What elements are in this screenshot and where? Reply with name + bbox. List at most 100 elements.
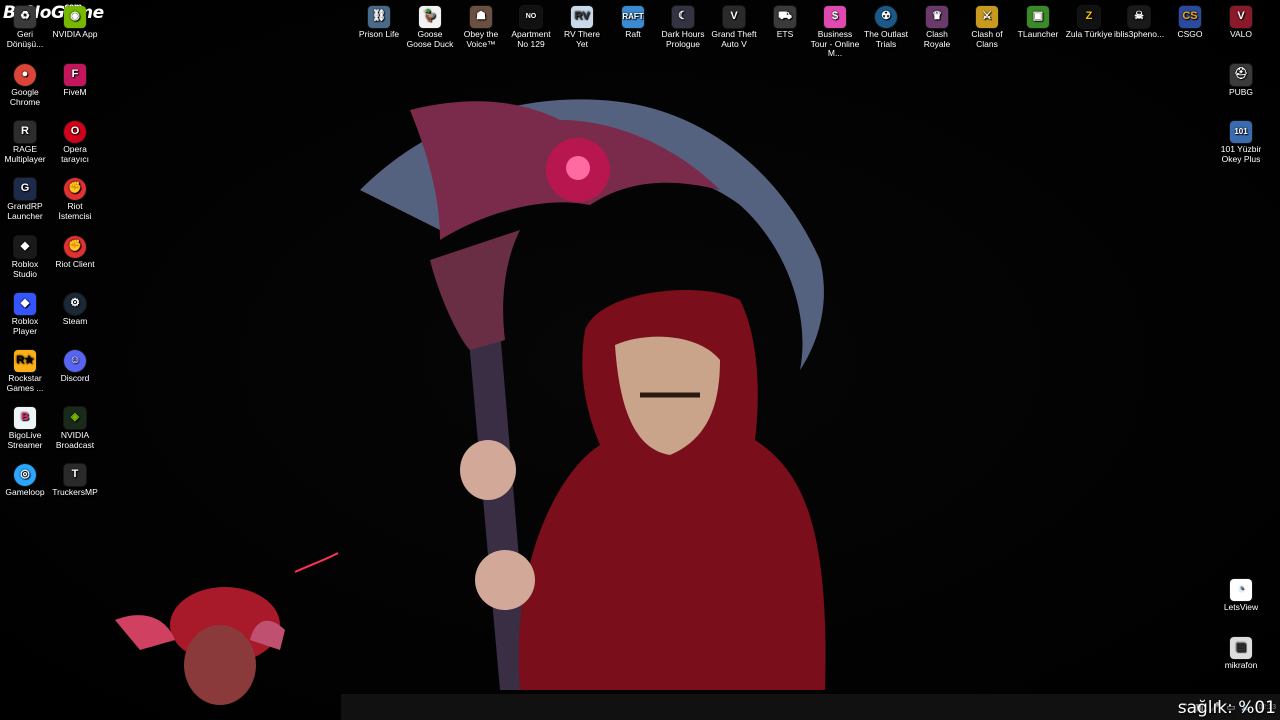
icon-label: Raft: [625, 29, 641, 39]
desktop-icon-apartment-no-129[interactable]: NO Apartment No 129: [506, 6, 556, 49]
desktop-icon-tlauncher[interactable]: ▣ TLauncher: [1013, 6, 1063, 40]
icon-label: FiveM: [63, 87, 87, 97]
desktop-icon-goose-goose-duck[interactable]: 🦆 Goose Goose Duck: [405, 6, 455, 49]
icon-label: PUBG: [1228, 87, 1254, 97]
desktop-icon-prison-life[interactable]: ⛓ Prison Life: [354, 6, 404, 40]
icon-label: Opera tarayıcı: [61, 144, 89, 164]
riot-client-icon: ✊: [64, 236, 86, 258]
icon-label: Roblox Player: [11, 316, 39, 336]
icon-label: NVIDIA App: [52, 29, 98, 39]
desktop-icon-iblis[interactable]: ☠ iblis3pheno...: [1114, 6, 1164, 40]
desktop-icon-clash-of-clans[interactable]: ⚔ Clash of Clans: [962, 6, 1012, 49]
desktop-icon-nvidia-app[interactable]: ◉ NVIDIA App: [50, 6, 100, 40]
clash-clans-icon: ⚔: [976, 6, 998, 28]
recycle-bin-icon: ♻: [14, 6, 36, 28]
desktop-icon-okey-plus[interactable]: 101 101 Yüzbir Okey Plus: [1216, 121, 1266, 164]
icon-label: Riot İstemcisi: [58, 201, 92, 221]
roblox-icon: ◆: [14, 293, 36, 315]
desktop-icon-business-tour[interactable]: $ Business Tour - Online M...: [810, 6, 860, 59]
rv-icon: RV: [571, 6, 593, 28]
goose-icon: 🦆: [419, 6, 441, 28]
taskbar: ⌃ ▣ 🎤 ▭ 🔈 02:33: [341, 694, 1280, 720]
desktop-wallpaper: [0, 0, 1280, 720]
riot-icon: ✊: [64, 178, 86, 200]
desktop-icon-zula[interactable]: Z Zula Türkiye: [1064, 6, 1114, 40]
icon-label: VALO: [1229, 29, 1253, 39]
letsview-icon: ◔: [1230, 579, 1252, 601]
business-tour-icon: $: [824, 6, 846, 28]
prison-life-icon: ⛓: [368, 6, 390, 28]
clash-royale-icon: ♛: [926, 6, 948, 28]
icon-label: ETS: [776, 29, 794, 39]
icon-label: BigoLive Streamer: [7, 430, 43, 450]
desktop-icon-grandrp[interactable]: G GrandRP Launcher: [0, 178, 50, 221]
icon-label: Prison Life: [358, 29, 400, 39]
desktop-icon-opera[interactable]: O Opera tarayıcı: [50, 121, 100, 164]
outlast-icon: ☢: [875, 6, 897, 28]
desktop-icon-riot-istemcisi[interactable]: ✊ Riot İstemcisi: [50, 178, 100, 221]
desktop-icon-fivem[interactable]: F FiveM: [50, 64, 100, 98]
desktop-icon-clash-royale[interactable]: ♛ Clash Royale: [912, 6, 962, 49]
icon-label: Steam: [62, 316, 88, 326]
desktop-icon-rv-there-yet[interactable]: RV RV There Yet: [557, 6, 607, 49]
icon-label: NVIDIA Broadcast: [55, 430, 95, 450]
desktop-icon-raft[interactable]: RAFT Raft: [608, 6, 658, 40]
desktop-icon-rage[interactable]: R RAGE Multiplayer: [0, 121, 50, 164]
desktop-icon-obey-the-voice[interactable]: ☗ Obey the Voice™: [456, 6, 506, 49]
icon-label: RV There Yet: [563, 29, 601, 49]
desktop-icon-ets[interactable]: ⛟ ETS: [760, 6, 810, 40]
okey-icon: 101: [1230, 121, 1252, 143]
desktop-icon-mikrafon[interactable]: ▤ mikrafon: [1216, 637, 1266, 671]
icon-label: Discord: [60, 373, 90, 383]
icon-label: GrandRP Launcher: [7, 201, 43, 221]
desktop-icon-discord[interactable]: ☺ Discord: [50, 350, 100, 384]
icon-label: Apartment No 129: [511, 29, 551, 49]
desktop-icon-letsview[interactable]: ◔ LetsView: [1216, 579, 1266, 613]
icon-label: TruckersMP: [52, 487, 98, 497]
desktop-icon-pubg[interactable]: ⛑ PUBG: [1216, 64, 1266, 98]
ets-icon: ⛟: [774, 6, 796, 28]
icon-label: RAGE Multiplayer: [4, 144, 46, 164]
mikrafon-icon: ▤: [1230, 637, 1252, 659]
icon-label: Geri Dönüşü...: [6, 29, 44, 49]
rage-icon: R: [14, 121, 36, 143]
icon-label: LetsView: [1223, 602, 1259, 612]
nvidia-icon: ◉: [64, 6, 86, 28]
desktop-icon-truckersmp[interactable]: T TruckersMP: [50, 464, 100, 498]
icon-label: iblis3pheno...: [1114, 29, 1165, 39]
icon-label: mikrafon: [1224, 660, 1258, 670]
fivem-icon: F: [64, 64, 86, 86]
tlauncher-icon: ▣: [1027, 6, 1049, 28]
icon-label: The Outlast Trials: [864, 29, 908, 49]
icon-label: Goose Goose Duck: [406, 29, 454, 49]
valorant-icon: V: [1230, 6, 1252, 28]
desktop-icon-bigolive[interactable]: B BigoLive Streamer: [0, 407, 50, 450]
obey-voice-icon: ☗: [470, 6, 492, 28]
icon-label: Zula Türkiye: [1065, 29, 1113, 39]
opera-icon: O: [64, 121, 86, 143]
desktop-icon-steam[interactable]: ⚙ Steam: [50, 293, 100, 327]
desktop-icon-roblox-player[interactable]: ◆ Roblox Player: [0, 293, 50, 336]
desktop-icon-nvidia-broadcast[interactable]: ◈ NVIDIA Broadcast: [50, 407, 100, 450]
bigolive-icon: B: [14, 407, 36, 429]
steam-icon: ⚙: [64, 293, 86, 315]
truckersmp-icon: T: [64, 464, 86, 486]
desktop-icon-dark-hours[interactable]: ☾ Dark Hours Prologue: [658, 6, 708, 49]
desktop-icon-gta-v[interactable]: V Grand Theft Auto V: [709, 6, 759, 49]
gameloop-icon: ◎: [14, 464, 36, 486]
desktop-icon-valo[interactable]: V VALO: [1216, 6, 1266, 40]
dark-hours-icon: ☾: [672, 6, 694, 28]
gta-icon: V: [723, 6, 745, 28]
desktop-icon-roblox-studio[interactable]: ◆ Roblox Studio: [0, 236, 50, 279]
desktop-icon-csgo[interactable]: CS CSGO: [1165, 6, 1215, 40]
desktop-icon-gameloop[interactable]: ◎ Gameloop: [0, 464, 50, 498]
zula-icon: Z: [1078, 6, 1100, 28]
desktop-icon-chrome[interactable]: ● Google Chrome: [0, 64, 50, 107]
icon-label: Roblox Studio: [11, 259, 39, 279]
desktop-icon-recycle-bin[interactable]: ♻ Geri Dönüşü...: [0, 6, 50, 49]
desktop-icon-riot-client[interactable]: ✊ Riot Client: [50, 236, 100, 270]
pubg-icon: ⛑: [1230, 64, 1252, 86]
desktop-icon-outlast-trials[interactable]: ☢ The Outlast Trials: [861, 6, 911, 49]
desktop-icon-rockstar[interactable]: R★ Rockstar Games ...: [0, 350, 50, 393]
nvidia-broadcast-icon: ◈: [64, 407, 86, 429]
